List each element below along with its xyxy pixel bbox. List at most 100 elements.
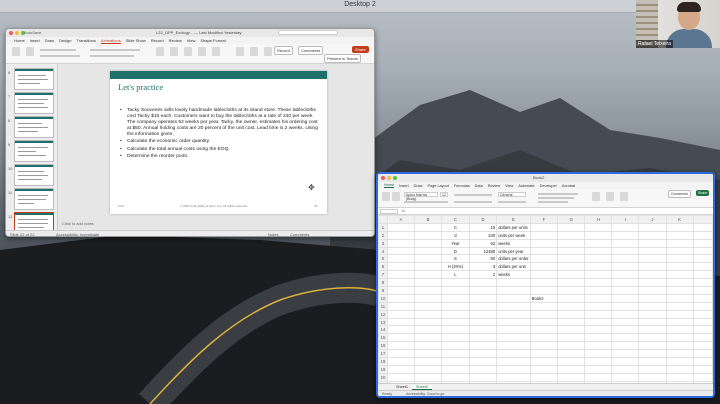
- cell-a[interactable]: [386, 254, 416, 264]
- cell-c[interactable]: [441, 317, 470, 327]
- minimize-icon[interactable]: [387, 176, 391, 180]
- font-size-select[interactable]: 12: [440, 192, 448, 197]
- tab-home[interactable]: Home: [14, 38, 25, 43]
- cell-l[interactable]: [692, 238, 713, 248]
- cell-k[interactable]: [665, 246, 694, 256]
- cell-h[interactable]: [584, 230, 613, 240]
- indent-controls[interactable]: [454, 201, 492, 203]
- cell-h[interactable]: [584, 270, 613, 280]
- cell-d[interactable]: [468, 301, 498, 311]
- cell-d[interactable]: [468, 364, 498, 374]
- cell-d[interactable]: [468, 325, 498, 335]
- cell-j[interactable]: [638, 349, 667, 359]
- cell-a[interactable]: [386, 309, 416, 319]
- cell-d[interactable]: [468, 278, 498, 288]
- slide-thumbnail[interactable]: [14, 68, 54, 90]
- cell-i[interactable]: [611, 333, 640, 343]
- tab-shape-format[interactable]: Shape Format: [200, 38, 225, 43]
- cell-d[interactable]: [468, 349, 498, 359]
- cell-c[interactable]: [441, 364, 470, 374]
- cell-f[interactable]: [529, 262, 559, 272]
- cell-f[interactable]: [529, 286, 559, 295]
- cell-f[interactable]: [529, 357, 559, 366]
- cell-e[interactable]: [496, 293, 531, 303]
- cell-i[interactable]: [611, 301, 640, 311]
- tab-view[interactable]: View: [187, 38, 196, 43]
- cell-b[interactable]: [414, 349, 443, 359]
- tab-home[interactable]: Home: [384, 183, 395, 188]
- comments-button[interactable]: Comments: [668, 190, 691, 198]
- cell-j[interactable]: [638, 254, 667, 264]
- formula-bar[interactable]: fx: [378, 208, 713, 215]
- cell-l[interactable]: [692, 254, 713, 264]
- desktop-label[interactable]: Desktop 2: [300, 1, 420, 8]
- cell-k[interactable]: [665, 364, 694, 374]
- cell-l[interactable]: [692, 286, 713, 295]
- cell-e[interactable]: [496, 278, 531, 288]
- cell-a[interactable]: [386, 301, 416, 311]
- cell-g[interactable]: [557, 357, 586, 366]
- cell-k[interactable]: [665, 254, 694, 264]
- cell-h[interactable]: [584, 286, 613, 295]
- cell-b[interactable]: [414, 270, 443, 280]
- cell-e[interactable]: [496, 333, 531, 343]
- cell-i[interactable]: [611, 238, 640, 248]
- cell-d[interactable]: 240: [468, 230, 498, 240]
- cell-i[interactable]: [611, 246, 640, 256]
- cell-i[interactable]: [611, 222, 640, 232]
- cell-i[interactable]: [611, 286, 640, 295]
- cell-c[interactable]: [441, 325, 470, 335]
- comments-toggle[interactable]: Comments: [290, 232, 309, 236]
- row-header[interactable]: 11: [378, 301, 388, 311]
- column-header[interactable]: G: [557, 215, 586, 224]
- cell-b[interactable]: [414, 222, 443, 232]
- dictate-icon[interactable]: [236, 47, 244, 56]
- cell-a[interactable]: [386, 246, 416, 256]
- cell-a[interactable]: [386, 230, 416, 240]
- cell-f[interactable]: [529, 325, 559, 335]
- cell-k[interactable]: [665, 333, 694, 343]
- number-format-select[interactable]: General: [498, 192, 526, 197]
- cell-e[interactable]: [496, 325, 531, 335]
- cell-h[interactable]: [584, 364, 613, 374]
- cell-b[interactable]: [414, 230, 443, 240]
- slide-thumbnail[interactable]: [14, 188, 54, 210]
- slide-thumbnail[interactable]: [14, 116, 54, 138]
- tab-design[interactable]: Design: [59, 38, 71, 43]
- font-style-controls[interactable]: [404, 201, 448, 203]
- cell-f[interactable]: [529, 333, 559, 343]
- slide-thumbnails-panel[interactable]: 6 7 8 9 10 11 12: [6, 64, 58, 234]
- cell-h[interactable]: [584, 317, 613, 327]
- cell-h[interactable]: [584, 254, 613, 264]
- tab-formulas[interactable]: Formulas: [454, 184, 470, 188]
- cell-i[interactable]: [611, 278, 640, 288]
- column-header[interactable]: F: [529, 215, 559, 224]
- share-button[interactable]: Share: [696, 190, 710, 196]
- format-as-table[interactable]: [538, 197, 574, 199]
- quick-styles-icon[interactable]: [212, 47, 220, 56]
- cell-h[interactable]: [584, 309, 613, 319]
- cell-l[interactable]: [692, 372, 713, 382]
- cell-d[interactable]: 3: [468, 262, 498, 272]
- cell-e[interactable]: units per week: [496, 230, 531, 240]
- cell-e[interactable]: [496, 317, 531, 327]
- column-header[interactable]: H: [584, 215, 613, 224]
- cell-f[interactable]: [529, 270, 559, 280]
- cell-g[interactable]: [557, 301, 586, 311]
- sheet-tab-sheet1[interactable]: Sheet1: [392, 385, 412, 389]
- cell-d[interactable]: 12480: [468, 246, 498, 256]
- cell-g[interactable]: [557, 309, 586, 319]
- slide-bullet-list[interactable]: Tacky Souvenirs sells lovely handmade ta…: [120, 108, 323, 161]
- cell-f[interactable]: [529, 309, 559, 319]
- cell-e[interactable]: [496, 286, 531, 295]
- cell-c[interactable]: d: [441, 230, 470, 240]
- cell-h[interactable]: [584, 301, 613, 311]
- cell-j[interactable]: [638, 309, 667, 319]
- cell-i[interactable]: [611, 309, 640, 319]
- cell-l[interactable]: [692, 333, 713, 343]
- cell-f[interactable]: [529, 349, 559, 359]
- cell-k[interactable]: [665, 270, 694, 280]
- cell-f[interactable]: [529, 254, 559, 264]
- cell-g[interactable]: [557, 341, 586, 351]
- cell-c[interactable]: [441, 341, 470, 351]
